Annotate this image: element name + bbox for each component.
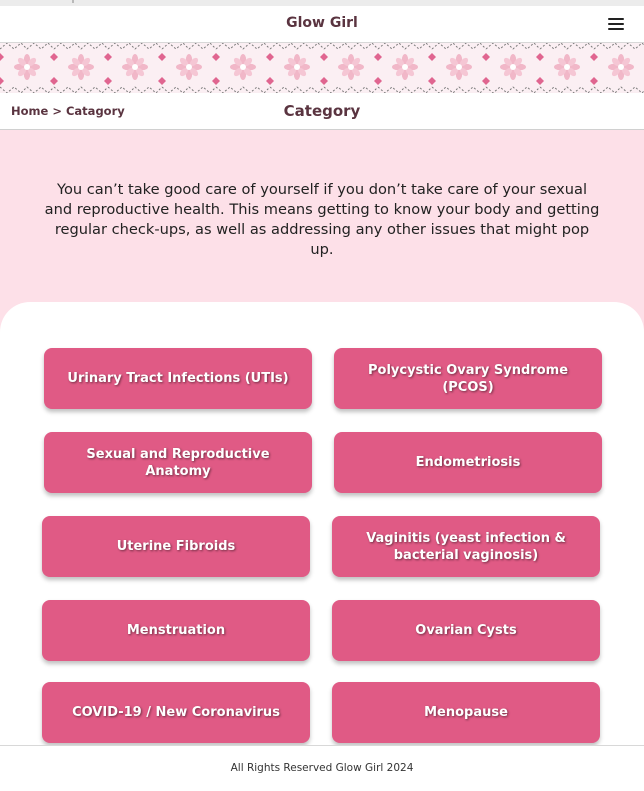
category-button-uterine-fibroids[interactable]: Uterine Fibroids [42,516,310,577]
floral-pattern-icon [0,43,644,93]
footer: All Rights Reserved Glow Girl 2024 [0,745,644,791]
category-button-menopause[interactable]: Menopause [332,682,600,743]
app-title: Glow Girl [286,15,358,31]
category-button-ovarian-cysts[interactable]: Ovarian Cysts [332,600,600,661]
category-button-utis[interactable]: Urinary Tract Infections (UTIs) [44,348,312,409]
page-title: Category [283,102,361,120]
category-button-anatomy[interactable]: Sexual and Reproductive Anatomy [44,432,312,493]
category-button-menstruation[interactable]: Menstruation [42,600,310,661]
category-button-pcos[interactable]: Polycystic Ovary Syndrome (PCOS) [334,348,602,409]
decorative-banner [0,43,644,93]
breadcrumb-bar: Home > Catagory Category [0,93,644,130]
category-button-endometriosis[interactable]: Endometriosis [334,432,602,493]
category-panel: Urinary Tract Infections (UTIs) Polycyst… [0,302,644,762]
app-header: Glow Girl [0,6,644,43]
footer-copyright: All Rights Reserved Glow Girl 2024 [230,762,414,774]
hamburger-menu-icon[interactable] [608,18,624,30]
intro-text: You can’t take good care of yourself if … [44,181,600,258]
category-button-vaginitis[interactable]: Vaginitis (yeast infection & bacterial v… [332,516,600,577]
category-button-covid-19[interactable]: COVID-19 / New Coronavirus [42,682,310,743]
